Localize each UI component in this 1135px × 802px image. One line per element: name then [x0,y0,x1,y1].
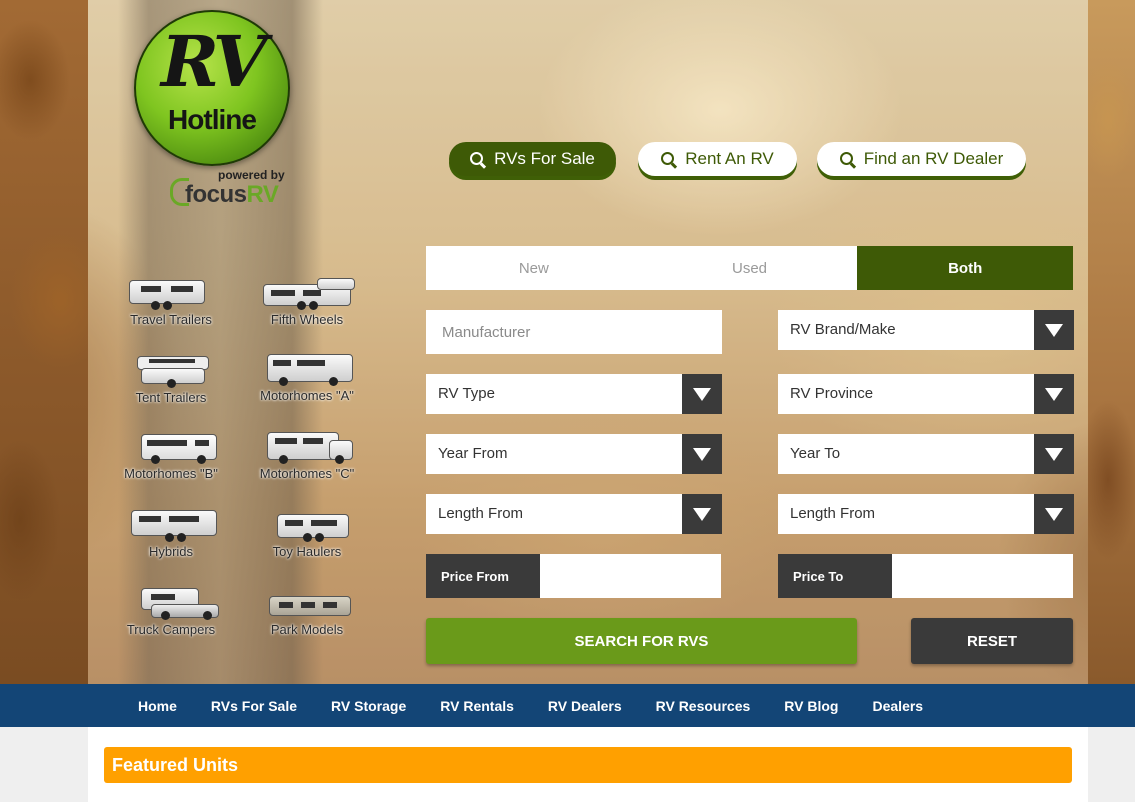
price-to-group: Price To [778,554,1073,598]
select-value: Length From [438,505,524,522]
category-truck-campers[interactable]: Truck Campers [111,588,231,637]
category-motorhomes-b[interactable]: Motorhomes "B" [111,432,231,481]
nav-home[interactable]: Home [138,698,177,714]
select-value: Year To [790,445,841,462]
foliage-left [0,0,88,684]
rv-hotline-logo[interactable]: RV Hotline [134,10,290,166]
motorhome-a-icon [257,354,357,386]
length-to-select[interactable]: Length From [778,494,1074,534]
category-label: Hybrids [148,544,194,559]
brand-select[interactable]: RV Brand/Make [778,310,1074,350]
chevron-down-icon [1034,374,1074,414]
main-nav: Home RVs For Sale RV Storage RV Rentals … [0,684,1135,727]
category-motorhomes-a[interactable]: Motorhomes "A" [247,354,367,403]
select-value: Year From [438,445,508,462]
reset-button[interactable]: RESET [911,618,1073,664]
tab-rent-an-rv[interactable]: Rent An RV [638,142,797,176]
condition-new[interactable]: New [426,246,642,290]
park-model-icon [257,588,357,620]
chevron-down-icon [682,374,722,414]
nav-rv-storage[interactable]: RV Storage [331,698,406,714]
focus-rv-text: RV [246,181,279,208]
motorhome-b-icon [121,432,221,464]
tab-rvs-for-sale[interactable]: RVs For Sale [449,142,616,176]
price-from-label: Price From [426,554,540,598]
price-from-input[interactable] [540,554,721,598]
category-label: Travel Trailers [130,312,212,327]
category-label: Motorhomes "A" [260,388,354,403]
select-value: Length From [790,505,876,522]
category-park-models[interactable]: Park Models [247,588,367,637]
logo-rv-text: RV [161,20,267,103]
chevron-down-icon [1034,310,1074,350]
category-label: Motorhomes "C" [259,466,355,481]
province-select[interactable]: RV Province [778,374,1074,414]
category-tent-trailers[interactable]: Tent Trailers [111,356,231,405]
tab-label: RVs For Sale [494,149,595,168]
nav-rv-blog[interactable]: RV Blog [784,698,838,714]
year-to-select[interactable]: Year To [778,434,1074,474]
search-button[interactable]: SEARCH FOR RVS [426,618,857,664]
condition-used[interactable]: Used [641,246,858,290]
price-to-input[interactable] [892,554,1073,598]
nav-rv-resources[interactable]: RV Resources [656,698,751,714]
motorhome-c-icon [257,432,357,464]
nav-rvs-for-sale[interactable]: RVs For Sale [211,698,297,714]
category-hybrids[interactable]: Hybrids [111,510,231,559]
travel-trailer-icon [121,278,221,310]
category-fifth-wheels[interactable]: Fifth Wheels [247,278,367,327]
foliage-right [1088,0,1135,684]
year-from-select[interactable]: Year From [426,434,722,474]
condition-toggle: New Used Both [426,246,1074,290]
toy-hauler-icon [257,510,357,542]
category-travel-trailers[interactable]: Travel Trailers [111,278,231,327]
chevron-down-icon [682,494,722,534]
category-label: Fifth Wheels [270,312,344,327]
category-label: Park Models [270,622,344,637]
search-icon [839,152,854,166]
category-label: Tent Trailers [135,390,207,405]
search-icon [470,152,484,166]
fifth-wheel-icon [257,278,357,310]
manufacturer-input[interactable] [426,310,722,354]
select-value: RV Brand/Make [790,321,896,338]
focus-rv-logo[interactable]: focusRV [170,178,279,209]
tent-trailer-icon [121,356,221,388]
category-toy-haulers[interactable]: Toy Haulers [247,510,367,559]
nav-rv-dealers[interactable]: RV Dealers [548,698,622,714]
nav-dealers[interactable]: Dealers [873,698,924,714]
focus-text: focus [185,181,247,208]
tab-label: Rent An RV [685,149,774,168]
select-value: RV Type [438,385,495,402]
tab-label: Find an RV Dealer [863,149,1004,168]
length-from-select[interactable]: Length From [426,494,722,534]
rv-type-select[interactable]: RV Type [426,374,722,414]
tab-find-dealer[interactable]: Find an RV Dealer [817,142,1026,176]
select-value: RV Province [790,385,874,402]
truck-camper-icon [121,588,221,620]
chevron-down-icon [1034,494,1074,534]
price-to-label: Price To [778,554,892,598]
price-from-group: Price From [426,554,721,598]
nav-rv-rentals[interactable]: RV Rentals [440,698,514,714]
chevron-down-icon [1034,434,1074,474]
search-icon [661,152,675,166]
category-label: Motorhomes "B" [124,466,218,481]
category-label: Truck Campers [126,622,216,637]
hybrid-icon [121,510,221,542]
category-label: Toy Haulers [272,544,342,559]
condition-both[interactable]: Both [857,246,1074,290]
chevron-down-icon [682,434,722,474]
logo-hotline-text: Hotline [168,104,257,135]
category-motorhomes-c[interactable]: Motorhomes "C" [247,432,367,481]
featured-units-header: Featured Units [104,747,1072,783]
